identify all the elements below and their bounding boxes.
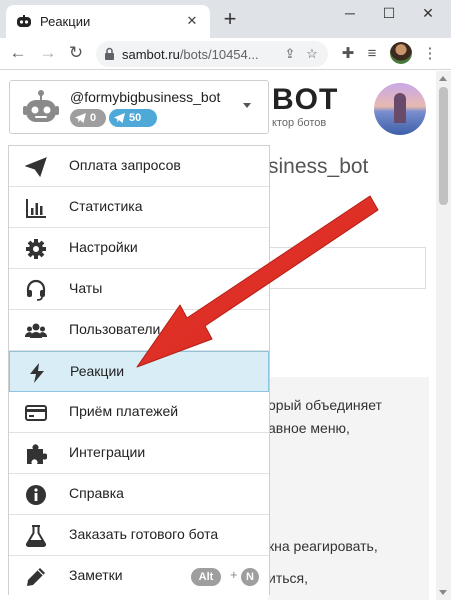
scroll-up-icon[interactable] [439,76,447,81]
bot-username: @formybigbusiness_bot [70,89,221,105]
tab-title: Реакции [40,14,91,29]
bot-selector[interactable]: @formybigbusiness_bot 0 50 [9,80,269,134]
menu-item-payment-requests[interactable]: Оплата запросов [9,146,269,187]
flask-icon [25,525,47,547]
info-text-line: авное меню, [268,420,350,436]
browser-tab[interactable]: Реакции ✕ [6,5,210,38]
shortcut-plus: + [230,567,238,582]
profile-avatar[interactable] [390,42,412,64]
menu-item-label: Заметки [69,567,123,583]
bar-chart-icon [26,199,46,218]
url-text: sambot.ru/bots/10454... [122,47,259,62]
lightning-icon [30,363,44,383]
badge-counter-blue: 50 [109,109,157,127]
robot-favicon-icon [17,15,31,27]
info-text-line: орый объединяет [268,397,382,413]
menu-item-notes[interactable]: Заметки Alt + N [9,556,269,597]
menu-item-label: Статистика [69,198,143,214]
url-path: /bots/10454... [179,47,259,62]
info-text-line: иться, [268,570,308,586]
gear-icon [26,239,46,259]
bot-menu: Оплата запросов Статистика Настройки Чат… [8,145,270,597]
menu-item-reactions[interactable]: Реакции [9,351,269,392]
share-icon[interactable]: ⇪ [282,46,298,62]
menu-item-label: Приём платежей [69,403,179,419]
menu-item-statistics[interactable]: Статистика [9,187,269,228]
menu-item-payments[interactable]: Приём платежей [9,392,269,433]
menu-item-label: Реакции [70,363,125,379]
shortcut-alt-key: Alt [191,568,221,586]
user-avatar[interactable] [374,83,426,135]
menu-item-label: Чаты [69,280,103,296]
menu-item-help[interactable]: Справка [9,474,269,515]
puzzle-icon [27,444,47,464]
reading-list-icon[interactable]: ≡ [362,44,382,64]
page-input-field[interactable] [268,247,426,289]
telegram-icon [75,113,86,123]
menu-item-label: Оплата запросов [69,157,181,173]
robot-avatar-icon [23,90,59,122]
menu-item-label: Пользователи [69,321,161,337]
bookmark-star-icon[interactable]: ☆ [304,46,320,62]
menu-item-integrations[interactable]: Интеграции [9,433,269,474]
badge-grey-value: 0 [90,112,97,124]
forward-icon[interactable]: → [36,41,60,65]
page-scrollbar[interactable] [436,71,451,600]
browser-toolbar: ← → ↻ sambot.ru/bots/10454... ⇪ ☆ ✚ ≡ ⋮ [0,38,451,70]
maximize-icon[interactable]: ☐ [375,2,403,24]
headset-icon [26,279,46,301]
pencil-icon [27,568,45,586]
new-tab-button[interactable]: + [218,8,242,32]
badge-counter-grey: 0 [70,109,106,127]
info-text-line: кна реагировать, [268,538,378,554]
menu-item-label: Заказать готового бота [69,526,219,542]
scroll-down-icon[interactable] [439,590,447,595]
users-icon [25,323,47,338]
menu-item-label: Справка [69,485,124,501]
extensions-icon[interactable]: ✚ [338,44,358,64]
bot-heading: siness_bot [268,155,369,178]
site-logo-subtitle: ктор ботов [272,117,327,129]
credit-card-icon [25,405,47,421]
paper-plane-icon [25,157,47,178]
lock-icon [105,47,114,60]
menu-item-users[interactable]: Пользователи [9,310,269,351]
minimize-icon[interactable]: ─ [336,2,364,24]
scroll-thumb[interactable] [439,87,448,205]
url-host: sambot.ru [122,47,180,62]
menu-item-label: Интеграции [69,444,146,460]
tab-close-icon[interactable]: ✕ [182,11,202,31]
chevron-down-icon[interactable] [243,103,251,108]
address-bar[interactable]: sambot.ru/bots/10454... ⇪ ☆ [96,41,328,67]
badge-blue-value: 50 [129,112,142,124]
tab-strip: Реакции ✕ + ─ ☐ ✕ [0,0,451,38]
menu-item-order-bot[interactable]: Заказать готового бота [9,515,269,556]
menu-item-label: Настройки [69,239,138,255]
reload-icon[interactable]: ↻ [64,41,88,65]
site-logo[interactable]: BOT [272,83,338,117]
menu-dots-icon[interactable]: ⋮ [420,44,440,64]
menu-item-chats[interactable]: Чаты [9,269,269,310]
back-icon[interactable]: ← [6,41,30,65]
shortcut-n-key: N [241,568,259,586]
telegram-icon [114,113,125,123]
menu-item-settings[interactable]: Настройки [9,228,269,269]
info-icon [26,485,46,505]
window-close-icon[interactable]: ✕ [414,2,442,24]
